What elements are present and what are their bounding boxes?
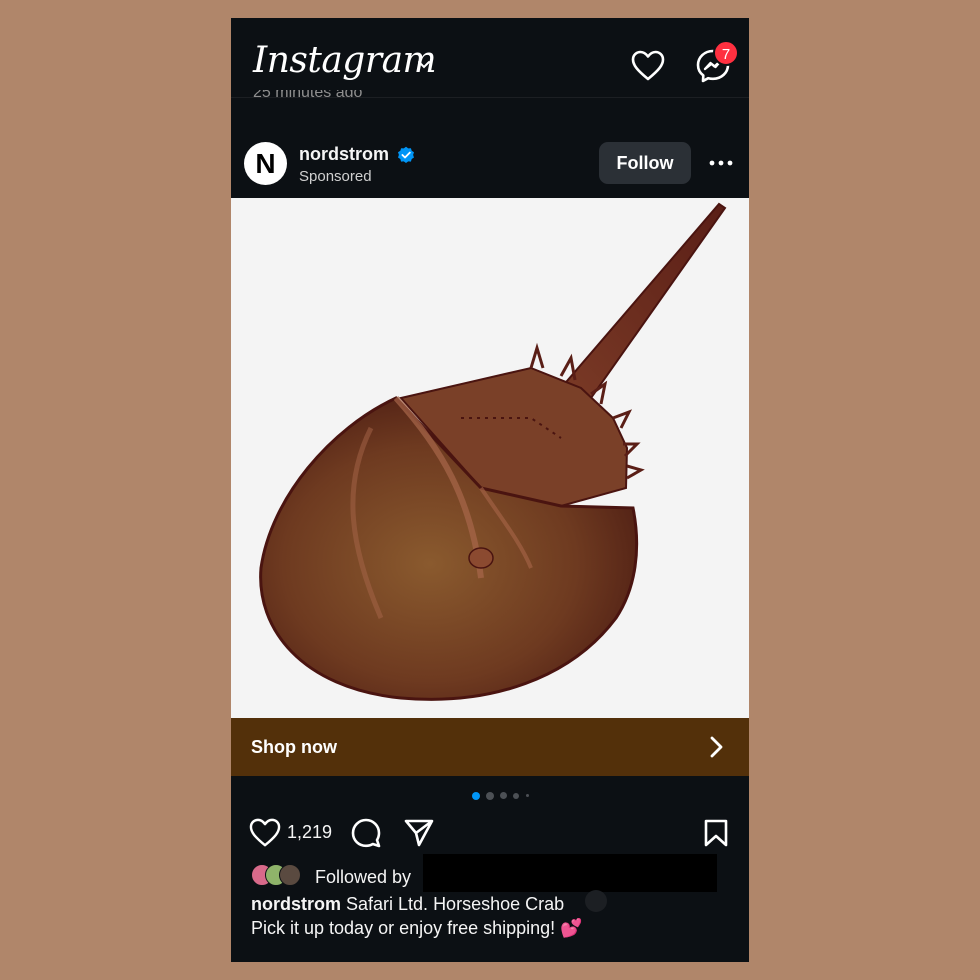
- share-icon[interactable]: [403, 818, 435, 848]
- notification-badge: 7: [713, 40, 739, 66]
- caption-text: Safari Ltd. Horseshoe Crab: [346, 894, 565, 914]
- carousel-dot: [526, 794, 529, 797]
- chevron-down-icon[interactable]: [417, 58, 431, 72]
- post-actions: 1,219: [231, 814, 749, 850]
- more-icon[interactable]: [709, 160, 733, 166]
- bookmark-icon[interactable]: [703, 818, 729, 848]
- verified-icon: [398, 146, 414, 163]
- divider: [231, 97, 749, 98]
- chevron-right-icon: [710, 736, 723, 758]
- instagram-logo[interactable]: Instagram: [253, 40, 437, 81]
- caption-emoji: [585, 890, 607, 912]
- post-header: N nordstrom Sponsored Follow: [231, 138, 749, 198]
- redacted-area: [423, 854, 717, 892]
- post-username[interactable]: nordstrom: [299, 144, 389, 165]
- caption-username[interactable]: nordstrom: [251, 894, 341, 914]
- carousel-dot: [513, 793, 519, 799]
- caption-line-1: nordstrom Safari Ltd. Horseshoe Crab: [251, 894, 564, 915]
- caption-line-2: Pick it up today or enjoy free shipping!…: [251, 918, 583, 938]
- followed-by-label: Followed by: [315, 867, 412, 887]
- post-image[interactable]: [231, 198, 749, 718]
- sponsored-label: Sponsored: [299, 168, 372, 185]
- instagram-app: Instagram 7 25 minutes ago N nordstrom S…: [231, 18, 749, 962]
- shop-now-bar[interactable]: Shop now: [231, 718, 749, 776]
- top-bar: Instagram 7 25 minutes ago: [231, 18, 749, 98]
- follow-button[interactable]: Follow: [599, 142, 691, 184]
- carousel-dot: [500, 792, 507, 799]
- carousel-indicator: [472, 792, 532, 802]
- like-icon[interactable]: [249, 818, 281, 848]
- follower-avatar: [279, 864, 301, 886]
- heart-icon[interactable]: [631, 50, 665, 82]
- avatar[interactable]: N: [244, 142, 287, 185]
- like-count[interactable]: 1,219: [287, 822, 332, 843]
- comment-icon[interactable]: [351, 818, 381, 848]
- horseshoe-crab-image: [259, 202, 727, 701]
- carousel-dot: [486, 792, 494, 800]
- carousel-dot: [472, 792, 480, 800]
- shop-now-label: Shop now: [251, 737, 337, 757]
